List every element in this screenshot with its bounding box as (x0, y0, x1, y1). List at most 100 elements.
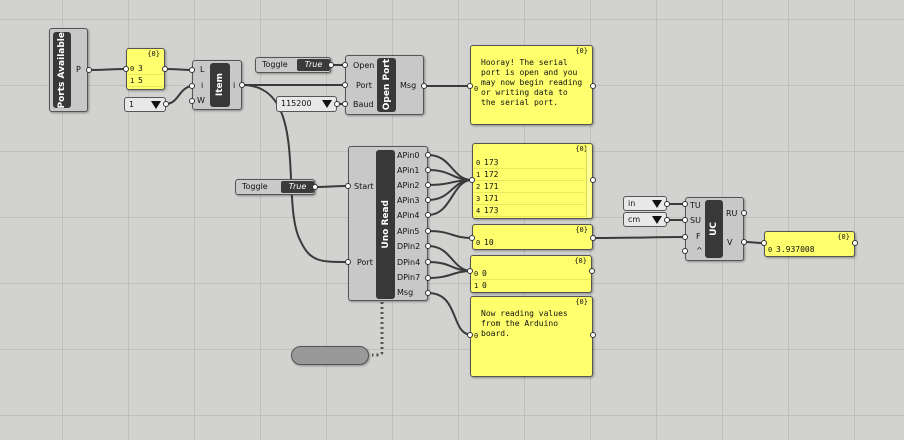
output-grip[interactable] (162, 66, 168, 72)
output-msg-label: Msg (400, 81, 417, 90)
input-grip[interactable] (189, 67, 195, 73)
input-grip[interactable] (469, 235, 475, 241)
slider-value: 1 (129, 99, 135, 109)
baud-rate-dropdown[interactable]: 115200 (276, 96, 337, 112)
output-apin4-label: APin4 (397, 211, 420, 220)
open-port-component[interactable]: Open Port Baud Open Port Msg (345, 55, 424, 115)
output-grip[interactable] (425, 152, 431, 158)
chevron-down-icon[interactable] (652, 215, 662, 224)
digital-pins-panel[interactable]: {0} 00 10 (470, 255, 592, 293)
output-grip[interactable] (590, 177, 596, 183)
ports-panel[interactable]: {0} 03 15 (126, 48, 165, 90)
input-grip[interactable] (189, 98, 195, 104)
panel-index-label: {0} (575, 226, 588, 234)
output-grip[interactable] (86, 67, 92, 73)
output-ru-label: RU (726, 209, 738, 218)
output-grip[interactable] (421, 83, 427, 89)
output-grip[interactable] (425, 212, 431, 218)
input-grip[interactable] (682, 248, 688, 254)
input-grip[interactable] (682, 201, 688, 207)
panel-index-label: {0} (574, 257, 587, 265)
relay-capsule[interactable] (291, 346, 369, 365)
input-grip[interactable] (345, 183, 351, 189)
input-grip[interactable] (467, 83, 473, 89)
toggle-label: Toggle (242, 182, 268, 191)
output-grip[interactable] (425, 228, 431, 234)
output-grip[interactable] (852, 240, 858, 246)
list-item: 0 173 (474, 157, 585, 169)
input-grip[interactable] (682, 217, 688, 223)
input-start-label: Start (354, 182, 374, 191)
list-item: 0 10 (476, 238, 494, 247)
index-value-slider[interactable]: 1 (124, 97, 166, 112)
input-f-label: F (696, 232, 701, 241)
unit-value: in (628, 198, 636, 208)
output-grip[interactable] (664, 217, 670, 223)
analog-values-panel[interactable]: {0} 0 173 1 172 2 171 3 171 4 173 (472, 143, 593, 219)
input-grip[interactable] (342, 101, 348, 107)
input-grip[interactable] (682, 234, 688, 240)
unit-convert-component[interactable]: TU SU F ^ UC RU V (685, 197, 744, 261)
unit-cm-dropdown[interactable]: cm (623, 212, 667, 227)
input-grip[interactable] (761, 240, 767, 246)
output-grip[interactable] (589, 268, 595, 274)
input-grip[interactable] (189, 83, 195, 89)
toggle-label: Toggle (262, 60, 288, 69)
output-grip[interactable] (425, 197, 431, 203)
read-message-panel[interactable]: {0} 0 Now reading values from the Arduin… (470, 296, 593, 377)
output-grip[interactable] (425, 290, 431, 296)
apin5-panel[interactable]: {0} 0 10 (472, 224, 593, 250)
input-port-label: Port (357, 258, 373, 267)
input-grip[interactable] (342, 62, 348, 68)
output-grip[interactable] (425, 167, 431, 173)
input-power-label: ^ (696, 246, 703, 255)
item-component[interactable]: L i W Item i (192, 60, 242, 110)
input-w-label: W (197, 96, 205, 105)
chevron-down-icon[interactable] (151, 100, 161, 109)
unit-in-dropdown[interactable]: in (623, 196, 667, 211)
output-grip[interactable] (590, 332, 596, 338)
list-item: 2 171 (474, 181, 585, 193)
toggle-value-button[interactable]: True (296, 59, 330, 71)
output-p-label: P (76, 65, 81, 74)
input-grip[interactable] (342, 82, 348, 88)
output-grip[interactable] (239, 82, 245, 88)
input-grip[interactable] (467, 268, 473, 274)
toggle-open-component[interactable]: Toggle True (255, 57, 331, 73)
output-grip[interactable] (334, 101, 340, 107)
toggle-value-button[interactable]: True (280, 181, 314, 193)
input-grip[interactable] (469, 177, 475, 183)
list-item: 4 173 (474, 205, 585, 217)
input-grip[interactable] (123, 66, 129, 72)
input-grip[interactable] (467, 332, 473, 338)
chevron-down-icon[interactable] (652, 199, 662, 208)
output-grip[interactable] (163, 101, 169, 107)
output-msg-label: Msg (397, 288, 414, 297)
result-panel[interactable]: {0} 0 3.937008 (764, 231, 855, 257)
input-open-label: Open (353, 61, 375, 70)
serial-message-panel[interactable]: {0} 0 Hooray! The serial port is open an… (470, 45, 593, 125)
output-grip[interactable] (328, 62, 334, 68)
output-grip[interactable] (590, 83, 596, 89)
output-grip[interactable] (425, 259, 431, 265)
baud-value: 115200 (281, 99, 312, 108)
output-grip[interactable] (425, 182, 431, 188)
toggle-start-component[interactable]: Toggle True (235, 179, 315, 195)
output-grip[interactable] (425, 275, 431, 281)
list-item: 00 (472, 268, 590, 280)
panel-index-label: {0} (147, 50, 160, 58)
output-grip[interactable] (590, 235, 596, 241)
input-l-label: L (200, 65, 205, 74)
output-grip[interactable] (312, 184, 318, 190)
input-grip[interactable] (345, 259, 351, 265)
output-grip[interactable] (741, 210, 747, 216)
chevron-down-icon[interactable] (322, 100, 332, 108)
input-su-label: SU (690, 216, 701, 225)
uno-read-component[interactable]: Start Port Uno Read APin0 APin1 APin2 AP… (348, 146, 428, 301)
output-dpin7-label: DPin7 (397, 273, 421, 282)
output-grip[interactable] (741, 239, 747, 245)
output-grip[interactable] (664, 201, 670, 207)
ports-available-component[interactable]: Ports Available P (49, 28, 88, 112)
output-grip[interactable] (425, 243, 431, 249)
unit-value: cm (628, 214, 641, 224)
